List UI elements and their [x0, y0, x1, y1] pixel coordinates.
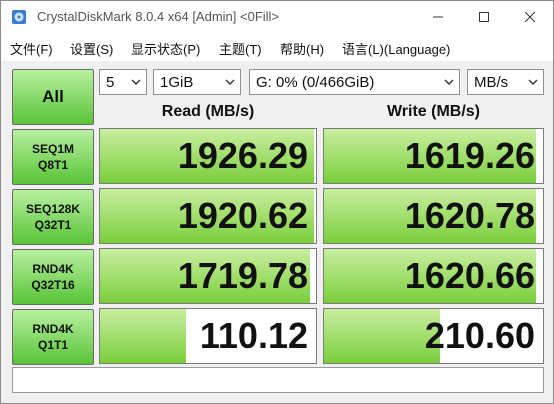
read-value: 110.12 — [199, 315, 308, 356]
menu-bar: 文件(F) 设置(S) 显示状态(P) 主题(T) 帮助(H) 语言(L)(La… — [1, 33, 553, 61]
unit-select[interactable]: MB/s — [467, 69, 544, 95]
window-title: CrystalDiskMark 8.0.4 x64 [Admin] <0Fill… — [37, 9, 280, 24]
test-size-select[interactable]: 1GiB — [153, 69, 241, 95]
menu-theme[interactable]: 主题(T) — [219, 39, 262, 58]
close-button[interactable] — [507, 1, 553, 33]
test-label-line2: Q1T1 — [37, 338, 68, 352]
test-label-line1: RND4K — [32, 322, 74, 336]
write-progress-bar — [324, 309, 441, 363]
test-button-seq128k-q32t1[interactable]: SEQ128K Q32T1 — [12, 189, 94, 245]
test-label-line2: Q32T16 — [31, 278, 75, 292]
menu-settings[interactable]: 设置(S) — [70, 39, 113, 58]
status-comment-field[interactable] — [12, 367, 544, 393]
read-result-seq1m-q8t1: 1926.29 — [99, 128, 317, 184]
title-bar[interactable]: CrystalDiskMark 8.0.4 x64 [Admin] <0Fill… — [1, 1, 553, 33]
maximize-button[interactable] — [461, 1, 507, 33]
maximize-icon — [479, 12, 489, 22]
read-result-seq128k-q32t1: 1920.62 — [99, 188, 317, 244]
test-label-line2: Q8T1 — [37, 158, 68, 172]
menu-display[interactable]: 显示状态(P) — [131, 39, 200, 58]
chevron-down-icon — [528, 79, 538, 85]
all-button[interactable]: All — [12, 69, 94, 125]
read-value: 1926.29 — [177, 135, 308, 176]
chevron-down-icon — [444, 79, 454, 85]
read-progress-bar — [100, 309, 187, 363]
drive-select[interactable]: G: 0% (0/466GiB) — [249, 69, 460, 95]
test-button-seq1m-q8t1[interactable]: SEQ1M Q8T1 — [12, 129, 94, 185]
close-icon — [525, 12, 535, 22]
read-value: 1920.62 — [177, 195, 308, 236]
write-result-seq128k-q32t1: 1620.78 — [323, 188, 544, 244]
write-result-seq1m-q8t1: 1619.26 — [323, 128, 544, 184]
drive-value: G: 0% (0/466GiB) — [256, 74, 375, 91]
read-value: 1719.78 — [177, 255, 308, 296]
test-label-line1: SEQ1M — [31, 142, 74, 156]
test-count-value: 5 — [106, 74, 115, 91]
crystaldiskmark-app-icon — [12, 10, 26, 24]
menu-language[interactable]: 语言(L)(Language) — [342, 39, 450, 58]
test-button-rnd4k-q32t16[interactable]: RND4K Q32T16 — [12, 249, 94, 305]
unit-value: MB/s — [474, 74, 509, 91]
app-window: CrystalDiskMark 8.0.4 x64 [Admin] <0Fill… — [0, 0, 554, 404]
test-label-line2: Q32T1 — [34, 218, 72, 232]
test-label-line1: RND4K — [32, 262, 74, 276]
test-label-line1: SEQ128K — [25, 202, 81, 216]
test-size-value: 1GiB — [160, 74, 194, 91]
write-header: Write (MB/s) — [386, 103, 481, 120]
write-result-rnd4k-q32t16: 1620.66 — [323, 248, 544, 304]
chevron-down-icon — [225, 79, 235, 85]
read-header: Read (MB/s) — [161, 103, 255, 120]
write-value: 1619.26 — [404, 135, 535, 176]
minimize-button[interactable] — [415, 1, 461, 33]
write-value: 1620.78 — [404, 195, 535, 236]
chevron-down-icon — [131, 79, 141, 85]
menu-file[interactable]: 文件(F) — [10, 39, 53, 58]
read-result-rnd4k-q1t1: 110.12 — [99, 308, 317, 364]
test-button-rnd4k-q1t1[interactable]: RND4K Q1T1 — [12, 309, 94, 365]
read-result-rnd4k-q32t16: 1719.78 — [99, 248, 317, 304]
menu-help[interactable]: 帮助(H) — [280, 39, 324, 58]
write-value: 1620.66 — [404, 255, 535, 296]
write-result-rnd4k-q1t1: 210.60 — [323, 308, 544, 364]
write-value: 210.60 — [424, 315, 535, 356]
test-count-select[interactable]: 5 — [99, 69, 147, 95]
minimize-icon — [433, 16, 443, 18]
